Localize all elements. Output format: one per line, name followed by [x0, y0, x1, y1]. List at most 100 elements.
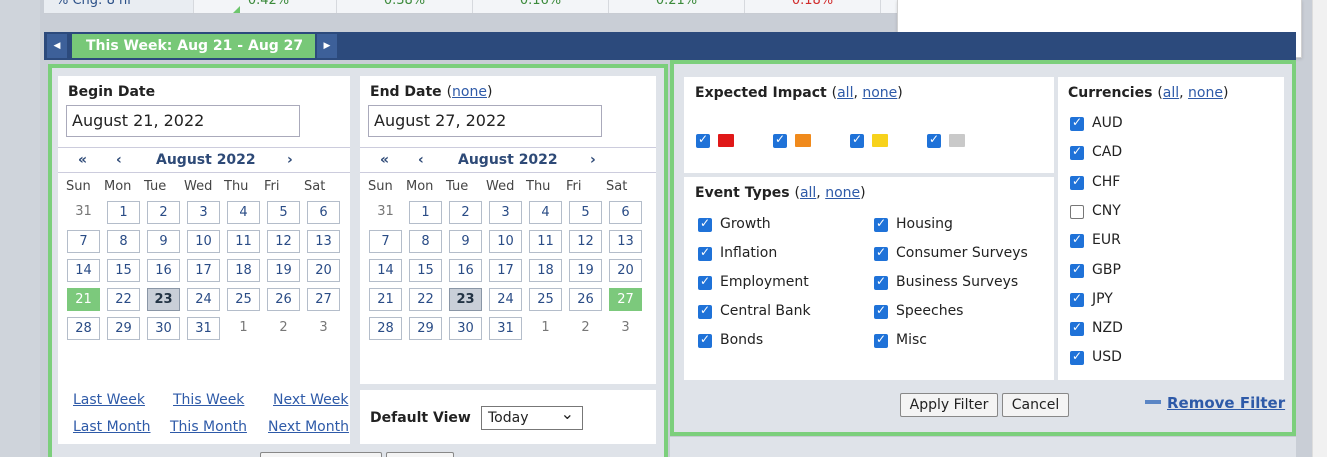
next-week-link[interactable]: Next Week: [273, 392, 348, 408]
calendar-day[interactable]: 1: [107, 201, 140, 224]
remove-filter-link[interactable]: Remove Filter: [1167, 394, 1285, 412]
arrow-right-icon[interactable]: ▶: [317, 34, 337, 58]
calendar-day[interactable]: 20: [307, 259, 340, 282]
calendar-day[interactable]: 18: [529, 259, 562, 282]
apply-filter-button[interactable]: Apply Filter: [900, 393, 998, 417]
calendar-day[interactable]: 19: [267, 259, 300, 282]
checkbox[interactable]: [874, 216, 888, 232]
prev-month-icon[interactable]: ‹: [418, 152, 424, 168]
calendar-day[interactable]: 27: [307, 288, 340, 311]
checkbox[interactable]: [874, 245, 888, 261]
calendar-day[interactable]: 6: [307, 201, 340, 224]
calendar-day[interactable]: 14: [369, 259, 402, 282]
currencies-all-link[interactable]: all: [1163, 85, 1179, 101]
default-view-select[interactable]: Today: [481, 403, 583, 430]
calendar-day[interactable]: 4: [227, 201, 260, 224]
calendar-day[interactable]: 23: [449, 288, 482, 311]
checkbox[interactable]: [1070, 204, 1084, 219]
partial-button[interactable]: [386, 452, 454, 457]
checkbox[interactable]: [1070, 144, 1084, 161]
checkbox[interactable]: [698, 332, 712, 348]
calendar-day[interactable]: 1: [227, 317, 260, 340]
prev-month-icon[interactable]: ‹: [116, 152, 122, 168]
prev-year-icon[interactable]: «: [78, 152, 87, 168]
checkbox[interactable]: [698, 274, 712, 290]
currencies-none-link[interactable]: none: [1188, 85, 1223, 101]
impact-checkbox[interactable]: [927, 132, 941, 148]
calendar-day[interactable]: 29: [409, 317, 442, 340]
calendar-day[interactable]: 2: [569, 317, 602, 340]
calendar-day[interactable]: 11: [227, 230, 260, 253]
calendar-day[interactable]: 31: [187, 317, 220, 340]
calendar-day[interactable]: 26: [267, 288, 300, 311]
checkbox[interactable]: [1070, 291, 1084, 307]
end-date-input[interactable]: August 27, 2022: [368, 105, 602, 137]
cancel-button[interactable]: Cancel: [1002, 393, 1069, 417]
event-types-none-link[interactable]: none: [825, 185, 860, 201]
calendar-day[interactable]: 31: [489, 317, 522, 340]
calendar-day[interactable]: 20: [609, 259, 642, 282]
impact-none-link[interactable]: none: [862, 85, 897, 101]
calendar-day[interactable]: 9: [147, 230, 180, 253]
calendar-day[interactable]: 14: [67, 259, 100, 282]
calendar-day[interactable]: 15: [409, 259, 442, 282]
checkbox[interactable]: [698, 245, 712, 261]
calendar-day[interactable]: 31: [67, 201, 100, 224]
week-label[interactable]: This Week: Aug 21 - Aug 27: [72, 34, 315, 58]
checkbox[interactable]: [1070, 320, 1084, 337]
calendar-day[interactable]: 23: [147, 288, 180, 311]
calendar-day[interactable]: 25: [227, 288, 260, 311]
prev-year-icon[interactable]: «: [380, 152, 389, 168]
calendar-day[interactable]: 9: [449, 230, 482, 253]
event-types-all-link[interactable]: all: [800, 185, 816, 201]
calendar-day[interactable]: 7: [67, 230, 100, 253]
calendar-day[interactable]: 2: [449, 201, 482, 224]
calendar-day[interactable]: 24: [489, 288, 522, 311]
end-date-none-link[interactable]: none: [452, 84, 487, 100]
calendar-day[interactable]: 2: [147, 201, 180, 224]
calendar-day[interactable]: 16: [147, 259, 180, 282]
calendar-day[interactable]: 24: [187, 288, 220, 311]
calendar-day[interactable]: 17: [187, 259, 220, 282]
calendar-day[interactable]: 27: [609, 288, 642, 311]
calendar-day[interactable]: 3: [187, 201, 220, 224]
checkbox[interactable]: [1070, 232, 1084, 249]
calendar-day[interactable]: 21: [67, 288, 100, 311]
next-month-icon[interactable]: ›: [590, 152, 596, 168]
calendar-day[interactable]: 17: [489, 259, 522, 282]
calendar-day[interactable]: 5: [569, 201, 602, 224]
calendar-day[interactable]: 25: [529, 288, 562, 311]
checkbox[interactable]: [1070, 174, 1084, 190]
checkbox[interactable]: [698, 216, 712, 232]
checkbox[interactable]: [874, 332, 888, 348]
calendar-day[interactable]: 10: [489, 230, 522, 253]
calendar-day[interactable]: 3: [609, 317, 642, 340]
calendar-day[interactable]: 18: [227, 259, 260, 282]
calendar-day[interactable]: 22: [409, 288, 442, 311]
calendar-day[interactable]: 29: [107, 317, 140, 340]
next-month-icon[interactable]: ›: [287, 152, 293, 168]
calendar-day[interactable]: 4: [529, 201, 562, 224]
this-week-link[interactable]: This Week: [173, 392, 244, 408]
calendar-day[interactable]: 2: [267, 317, 300, 340]
calendar-day[interactable]: 19: [569, 259, 602, 282]
calendar-day[interactable]: 3: [489, 201, 522, 224]
impact-all-link[interactable]: all: [837, 85, 853, 101]
calendar-day[interactable]: 16: [449, 259, 482, 282]
calendar-day[interactable]: 1: [529, 317, 562, 340]
this-month-link[interactable]: This Month: [170, 419, 247, 435]
arrow-left-icon[interactable]: ◀: [47, 34, 67, 58]
calendar-day[interactable]: 28: [369, 317, 402, 340]
calendar-day[interactable]: 8: [107, 230, 140, 253]
calendar-day[interactable]: 5: [267, 201, 300, 224]
calendar-day[interactable]: 1: [409, 201, 442, 224]
checkbox[interactable]: [698, 303, 712, 319]
next-month-link[interactable]: Next Month: [268, 419, 349, 435]
checkbox[interactable]: [1070, 262, 1084, 278]
checkbox[interactable]: [874, 303, 888, 319]
calendar-day[interactable]: 15: [107, 259, 140, 282]
scrollbar-track[interactable]: [1312, 0, 1327, 457]
last-week-link[interactable]: Last Week: [73, 392, 145, 408]
calendar-day[interactable]: 21: [369, 288, 402, 311]
calendar-day[interactable]: 22: [107, 288, 140, 311]
